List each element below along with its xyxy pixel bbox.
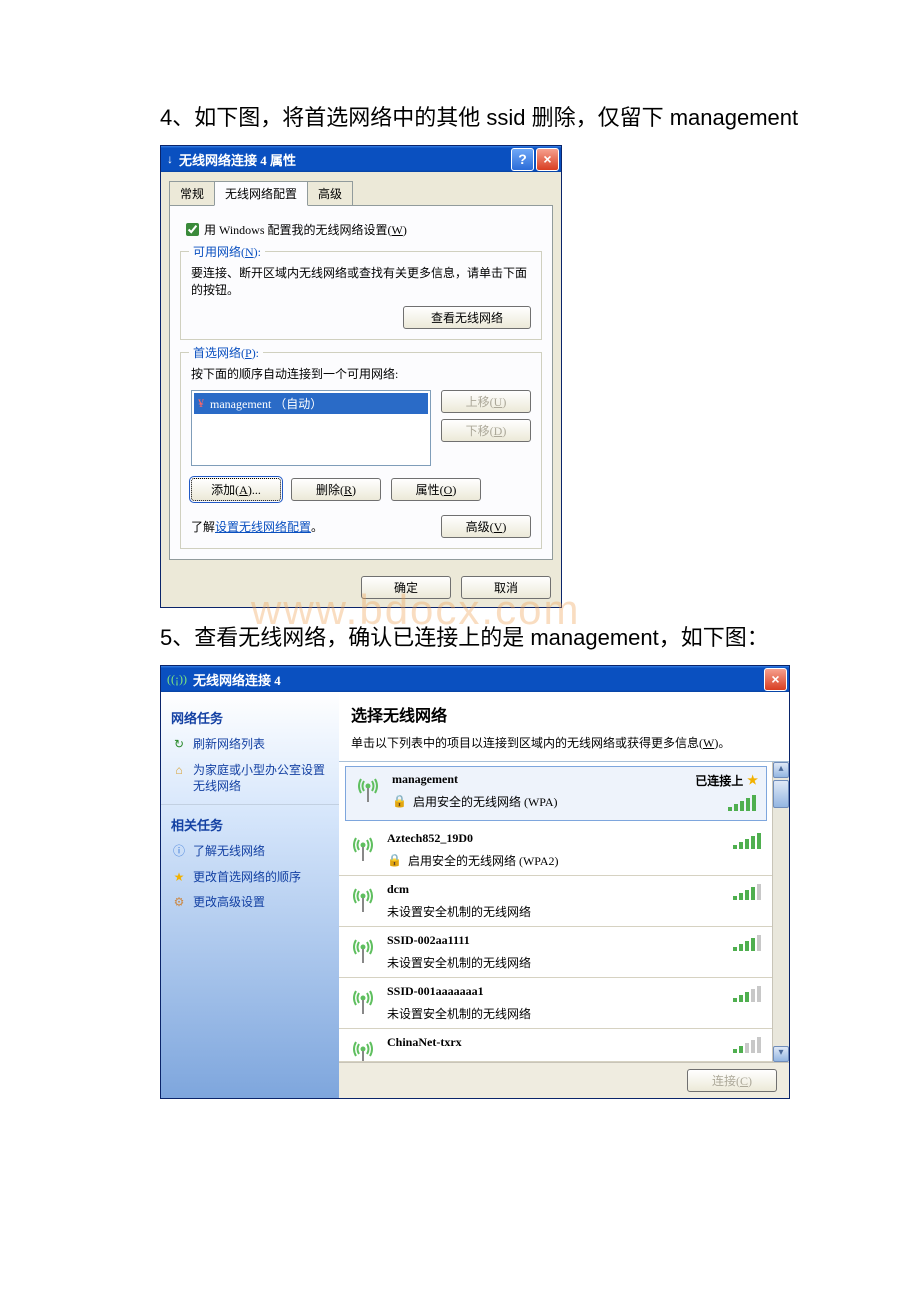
properties-dialog: ↓ 无线网络连接 4 属性 ? × 常规 无线网络配置 高级 用 Windows… xyxy=(160,145,562,608)
titlebar[interactable]: ↓ 无线网络连接 4 属性 ? × xyxy=(161,146,561,172)
preferred-networks-listbox[interactable]: ¥ management （自动） xyxy=(191,390,431,466)
network-subtext: 🔒启用安全的无线网络 (WPA2) xyxy=(387,852,673,869)
network-item[interactable]: ChinaNet-txrx xyxy=(339,1029,773,1062)
info-icon: ⓘ xyxy=(171,844,187,860)
tab-panel: 用 Windows 配置我的无线网络设置(W) 可用网络(N): 要连接、断开区… xyxy=(169,205,553,560)
antenna-icon xyxy=(354,772,382,804)
network-subtext: 未设置安全机制的无线网络 xyxy=(387,903,673,920)
network-list: ▴ ▾ management 🔒启用安全的无线网络 (WPA) 已连接上★ Aztec… xyxy=(339,761,789,1062)
group-legend: 可用网络(N): xyxy=(189,243,265,260)
antenna-icon xyxy=(349,882,377,914)
network-item[interactable]: management 🔒启用安全的无线网络 (WPA) 已连接上★ xyxy=(345,766,767,821)
signal-icon xyxy=(733,831,763,853)
network-name: dcm xyxy=(387,882,673,897)
network-name: Aztech852_19D0 xyxy=(387,831,673,846)
main-panel: 选择无线网络 单击以下列表中的项目以连接到区域内的无线网络或获得更多信息(W)。… xyxy=(339,692,789,1098)
dialog-title: 无线网络连接 4 xyxy=(193,670,762,689)
network-name: management xyxy=(392,772,668,787)
change-order-link[interactable]: ★更改首选网络的顺序 xyxy=(171,870,329,886)
refresh-link[interactable]: ↻刷新网络列表 xyxy=(171,737,329,753)
advanced-settings-link[interactable]: ⚙更改高级设置 xyxy=(171,895,329,911)
tabstrip: 常规 无线网络配置 高级 xyxy=(161,172,561,205)
antenna-icon xyxy=(349,933,377,965)
remove-button[interactable]: 删除(R) xyxy=(291,478,381,501)
scroll-down-button[interactable]: ▾ xyxy=(773,1046,789,1062)
network-subtext: 🔒启用安全的无线网络 (WPA) xyxy=(392,793,668,810)
body-text-2: 5、查看无线网络，确认已连接上的是 management，如下图： xyxy=(160,620,880,655)
network-name: ChinaNet-txrx xyxy=(387,1035,673,1050)
close-button[interactable]: × xyxy=(536,148,559,171)
sidebar-header: 相关任务 xyxy=(171,815,329,834)
group-text: 要连接、断开区域内无线网络或查找有关更多信息，请单击下面的按钮。 xyxy=(191,264,531,298)
use-windows-checkbox-row[interactable]: 用 Windows 配置我的无线网络设置(W) xyxy=(182,220,542,239)
antenna-icon xyxy=(349,984,377,1016)
signal-icon xyxy=(733,1035,763,1057)
list-item[interactable]: ¥ management （自动） xyxy=(194,393,428,414)
ok-button[interactable]: 确定 xyxy=(361,576,451,599)
setup-icon: ⌂ xyxy=(171,763,187,779)
gear-icon: ⚙ xyxy=(171,895,187,911)
learn-link-text: 了解设置无线网络配置。 xyxy=(191,518,323,535)
network-item[interactable]: dcm 未设置安全机制的无线网络 xyxy=(339,876,773,927)
learn-link[interactable]: 设置无线网络配置 xyxy=(215,520,311,534)
cancel-button[interactable]: 取消 xyxy=(461,576,551,599)
signal-icon xyxy=(733,984,763,1006)
antenna-icon: ¥ xyxy=(198,396,204,411)
available-networks-group: 可用网络(N): 要连接、断开区域内无线网络或查找有关更多信息，请单击下面的按钮… xyxy=(180,251,542,340)
close-button[interactable]: × xyxy=(764,668,787,691)
refresh-icon: ↻ xyxy=(171,737,187,753)
titlebar[interactable]: ((¡)) 无线网络连接 4 × xyxy=(161,666,789,692)
group-legend: 首选网络(P): xyxy=(189,344,263,361)
scrollbar[interactable]: ▴ ▾ xyxy=(772,762,789,1062)
network-subtext: 未设置安全机制的无线网络 xyxy=(387,954,673,971)
signal-icon xyxy=(733,882,763,904)
antenna-icon xyxy=(349,1035,377,1062)
scroll-up-button[interactable]: ▴ xyxy=(773,762,789,778)
signal-icon xyxy=(728,793,758,815)
lock-icon: 🔒 xyxy=(387,853,402,868)
setup-link[interactable]: ⌂为家庭或小型办公室设置无线网络 xyxy=(171,763,329,794)
view-networks-button[interactable]: 查看无线网络 xyxy=(403,306,531,329)
group-text: 按下面的顺序自动连接到一个可用网络: xyxy=(191,365,531,382)
footer: 连接(C) xyxy=(339,1062,789,1098)
dialog-title: 无线网络连接 4 属性 xyxy=(179,150,509,169)
add-button[interactable]: 添加(A)... xyxy=(191,478,281,501)
sidebar: 网络任务 ↻刷新网络列表 ⌂为家庭或小型办公室设置无线网络 相关任务 ⓘ了解无线… xyxy=(161,692,339,1098)
antenna-icon xyxy=(349,831,377,863)
sidebar-header: 网络任务 xyxy=(171,708,329,727)
network-subtext: 未设置安全机制的无线网络 xyxy=(387,1005,673,1022)
list-item-label: management （自动） xyxy=(210,395,322,412)
preferred-networks-group: 首选网络(P): 按下面的顺序自动连接到一个可用网络: ¥ management… xyxy=(180,352,542,549)
connect-button[interactable]: 连接(C) xyxy=(687,1069,777,1092)
move-down-button[interactable]: 下移(D) xyxy=(441,419,531,442)
lock-icon: 🔒 xyxy=(392,794,407,809)
wireless-chooser-dialog: ((¡)) 无线网络连接 4 × 网络任务 ↻刷新网络列表 ⌂为家庭或小型办公室… xyxy=(160,665,790,1099)
main-title: 选择无线网络 xyxy=(351,702,777,726)
network-item[interactable]: Aztech852_19D0 🔒启用安全的无线网络 (WPA2) xyxy=(339,825,773,876)
advanced-button[interactable]: 高级(V) xyxy=(441,515,531,538)
learn-wireless-link[interactable]: ⓘ了解无线网络 xyxy=(171,844,329,860)
tab-general[interactable]: 常规 xyxy=(169,181,215,206)
tab-wireless[interactable]: 无线网络配置 xyxy=(214,181,308,206)
tab-advanced[interactable]: 高级 xyxy=(307,181,353,206)
network-icon: ↓ xyxy=(167,152,173,167)
main-subtitle: 单击以下列表中的项目以连接到区域内的无线网络或获得更多信息(W)。 xyxy=(351,734,777,751)
use-windows-checkbox[interactable] xyxy=(186,223,199,236)
move-up-button[interactable]: 上移(U) xyxy=(441,390,531,413)
properties-button[interactable]: 属性(O) xyxy=(391,478,481,501)
wireless-icon: ((¡)) xyxy=(167,672,187,687)
connected-badge: 已连接上★ xyxy=(695,772,758,789)
network-name: SSID-001aaaaaaa1 xyxy=(387,984,673,999)
star-icon: ★ xyxy=(747,773,758,788)
network-item[interactable]: SSID-002aa1111 未设置安全机制的无线网络 xyxy=(339,927,773,978)
signal-icon xyxy=(733,933,763,955)
dialog-button-bar: 确定 取消 xyxy=(161,568,561,607)
body-text-1: 4、如下图，将首选网络中的其他 ssid 删除，仅留下 management xyxy=(160,100,880,135)
star-icon: ★ xyxy=(171,870,187,886)
network-name: SSID-002aa1111 xyxy=(387,933,673,948)
scroll-thumb[interactable] xyxy=(773,780,789,808)
network-item[interactable]: SSID-001aaaaaaa1 未设置安全机制的无线网络 xyxy=(339,978,773,1029)
checkbox-label: 用 Windows 配置我的无线网络设置(W) xyxy=(204,221,407,238)
help-button[interactable]: ? xyxy=(511,148,534,171)
